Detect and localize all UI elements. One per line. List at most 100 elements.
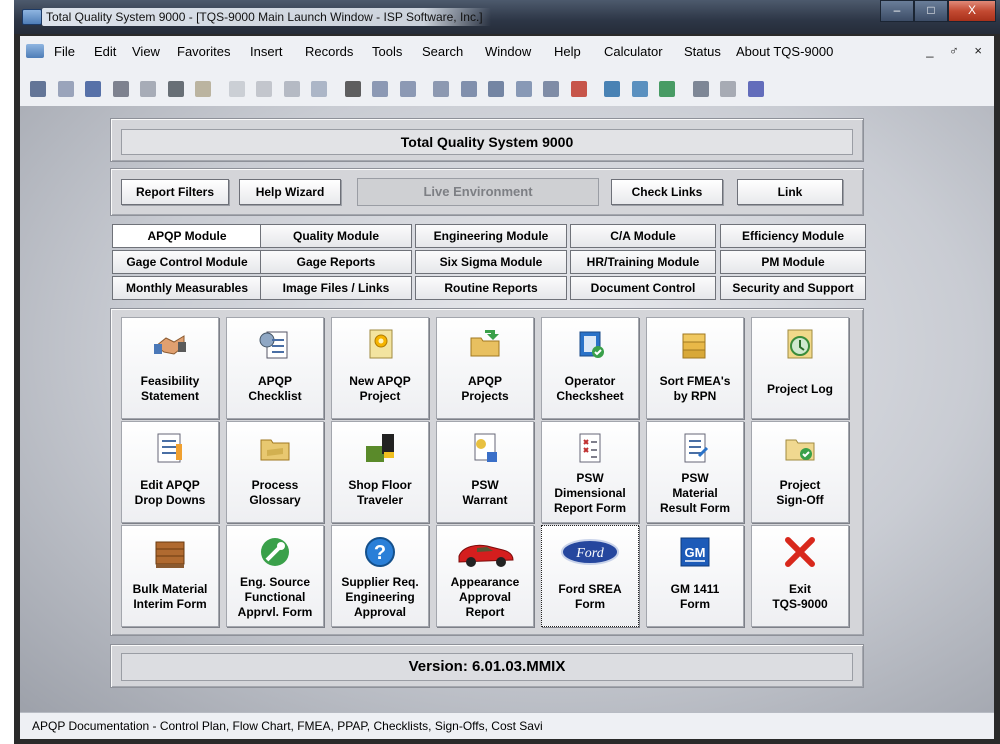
menu-window[interactable]: Window (485, 44, 531, 59)
tile-project-sign-off[interactable]: Project Sign-Off (751, 421, 849, 523)
tab-pm-module[interactable]: PM Module (720, 250, 866, 274)
tab-hr-training-module[interactable]: HR/Training Module (570, 250, 716, 274)
cut-icon[interactable] (256, 81, 272, 97)
check-links-button[interactable]: Check Links (611, 179, 723, 205)
tab-security-and-support[interactable]: Security and Support (720, 276, 866, 300)
tile-psw-dimensional-report-form[interactable]: PSW Dimensional Report Form (541, 421, 639, 523)
tile-bulk-material-interim-form[interactable]: Bulk Material Interim Form (121, 525, 219, 627)
sign-off-icon (782, 430, 818, 466)
tab-six-sigma-module[interactable]: Six Sigma Module (415, 250, 567, 274)
sort-asc-icon[interactable] (372, 81, 388, 97)
action-panel: Report Filters Help Wizard Live Environm… (110, 168, 864, 216)
tile-project-log[interactable]: Project Log (751, 317, 849, 419)
tile-appearance-approval-report[interactable]: Appearance Approval Report (436, 525, 534, 627)
tab-efficiency-module[interactable]: Efficiency Module (720, 224, 866, 248)
remove-filter-icon[interactable] (570, 81, 587, 97)
tab-gage-reports[interactable]: Gage Reports (260, 250, 412, 274)
menu-favorites[interactable]: Favorites (177, 44, 230, 59)
app-title: Total Quality System 9000 (121, 129, 853, 155)
tile-apqp-projects[interactable]: APQP Projects (436, 317, 534, 419)
tile-shop-floor-traveler[interactable]: Shop Floor Traveler (331, 421, 429, 523)
maximize-button[interactable]: □ (914, 0, 948, 22)
filter-icon[interactable] (433, 81, 449, 97)
main-client-area: Total Quality System 9000 Report Filters… (20, 106, 994, 712)
exit-x-icon (782, 534, 818, 570)
globe-icon[interactable] (659, 81, 675, 97)
filter-selection-icon[interactable] (460, 81, 477, 97)
version-label: Version: 6.01.03.MMIX (121, 653, 853, 681)
menu-calculator[interactable]: Calculator (604, 44, 663, 59)
copy-icon[interactable] (283, 81, 300, 97)
apply-filter-icon[interactable] (515, 81, 532, 97)
menu-tools[interactable]: Tools (372, 44, 402, 59)
tab-routine-reports[interactable]: Routine Reports (415, 276, 567, 300)
menu-bar: File Edit View Favorites Insert Records … (20, 36, 994, 74)
print-preview-icon[interactable] (112, 81, 129, 97)
tile-ford-srea-form[interactable]: Ford Ford SREA Form (541, 525, 639, 627)
find-icon[interactable] (344, 81, 361, 97)
tile-psw-warrant[interactable]: PSW Warrant (436, 421, 534, 523)
tile-gm-1411-form[interactable]: GM GM 1411 Form (646, 525, 744, 627)
tile-supplier-req-engineering-approval[interactable]: ? Supplier Req. Engineering Approval (331, 525, 429, 627)
sort-desc-icon[interactable] (399, 81, 416, 97)
tile-new-apqp-project[interactable]: New APQP Project (331, 317, 429, 419)
mdi-controls[interactable]: _ ♂ × (926, 43, 988, 58)
home-icon[interactable] (631, 81, 648, 97)
tab-quality-module[interactable]: Quality Module (260, 224, 412, 248)
advanced-filter-icon[interactable] (543, 81, 559, 97)
paste-icon[interactable] (311, 81, 327, 97)
spelling-icon[interactable] (720, 81, 736, 97)
tab-engineering-module[interactable]: Engineering Module (415, 224, 567, 248)
tile-operator-checksheet[interactable]: Operator Checksheet (541, 317, 639, 419)
print-icon[interactable] (167, 81, 184, 97)
wrench-globe-icon (257, 534, 293, 570)
app-icon[interactable] (22, 9, 42, 25)
report-filters-button[interactable]: Report Filters (121, 179, 229, 205)
filter-form-icon[interactable] (488, 81, 504, 97)
close-button[interactable]: X (948, 0, 996, 22)
tab-monthly-measurables[interactable]: Monthly Measurables (112, 276, 262, 300)
tab-c-a-module[interactable]: C/A Module (570, 224, 716, 248)
menu-status[interactable]: Status (684, 44, 721, 59)
tab-document-control[interactable]: Document Control (570, 276, 716, 300)
tile-process-glossary[interactable]: Process Glossary (226, 421, 324, 523)
menu-search[interactable]: Search (422, 44, 463, 59)
menu-records[interactable]: Records (305, 44, 353, 59)
menu-insert[interactable]: Insert (250, 44, 283, 59)
menu-view[interactable]: View (132, 44, 160, 59)
edit-icon[interactable] (57, 81, 74, 97)
menu-help[interactable]: Help (554, 44, 581, 59)
search-web-icon[interactable] (604, 81, 620, 97)
tile-panel: Feasibility Statement APQP Checklist New A… (110, 308, 864, 636)
spell-check-icon[interactable] (140, 81, 156, 97)
document-icon[interactable] (26, 44, 44, 58)
tile-exit-tqs-9000[interactable]: Exit TQS-9000 (751, 525, 849, 627)
tile-label: Bulk Material Interim Form (132, 582, 208, 611)
save-icon[interactable] (30, 81, 46, 97)
tile-psw-material-result-form[interactable]: PSW Material Result Form (646, 421, 744, 523)
menu-file[interactable]: File (54, 44, 75, 59)
tab-gage-control-module[interactable]: Gage Control Module (112, 250, 262, 274)
help-wizard-button[interactable]: Help Wizard (239, 179, 341, 205)
tile-sort-fmea-s-by-rpn[interactable]: Sort FMEA's by RPN (646, 317, 744, 419)
book-icon[interactable] (85, 81, 101, 97)
binoculars-small-icon[interactable] (195, 81, 211, 97)
properties-icon[interactable] (692, 81, 709, 97)
tile-eng-source-functional-apprvl-form[interactable]: Eng. Source Functional Apprvl. Form (226, 525, 324, 627)
menu-edit[interactable]: Edit (94, 44, 116, 59)
format-icon[interactable] (747, 81, 764, 97)
handshake-icon (152, 326, 188, 362)
warrant-icon (467, 430, 503, 466)
menu-about[interactable]: About TQS-9000 (736, 44, 833, 59)
window-title: Total Quality System 9000 - [TQS-9000 Ma… (42, 8, 491, 26)
tab-apqp-module[interactable]: APQP Module (112, 224, 262, 248)
question-icon: ? (362, 534, 398, 570)
tile-feasibility-statement[interactable]: Feasibility Statement (121, 317, 219, 419)
tab-image-files-links[interactable]: Image Files / Links (260, 276, 412, 300)
link-button[interactable]: Link (737, 179, 843, 205)
tile-apqp-checklist[interactable]: APQP Checklist (226, 317, 324, 419)
tile-edit-apqp-drop-downs[interactable]: Edit APQP Drop Downs (121, 421, 219, 523)
undo-icon[interactable] (228, 81, 245, 97)
title-bar[interactable]: Total Quality System 9000 - [TQS-9000 Ma… (14, 0, 1000, 34)
minimize-button[interactable]: – (880, 0, 914, 22)
